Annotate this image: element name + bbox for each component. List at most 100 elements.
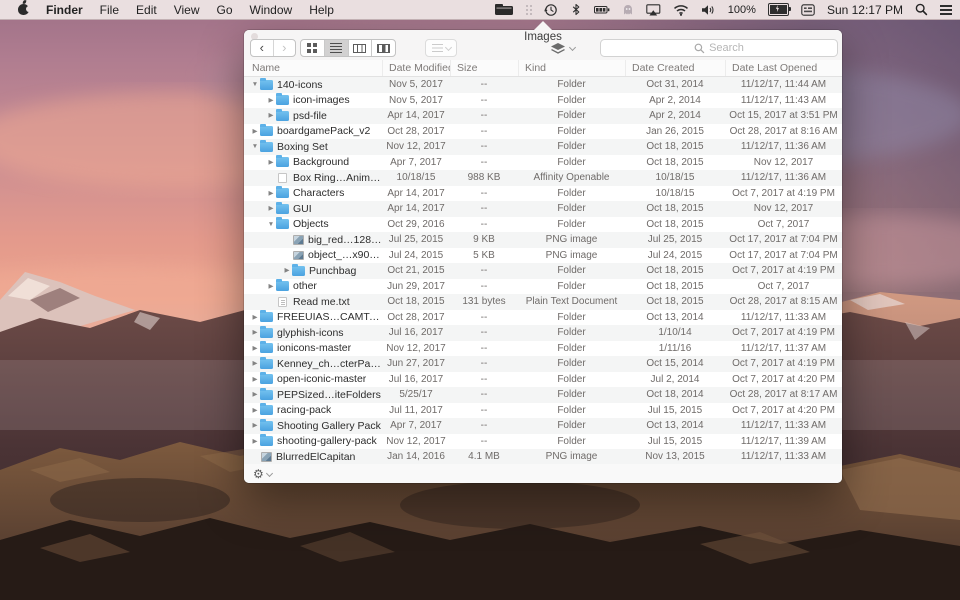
table-row[interactable]: ▶ Background Apr 7, 2017 -- Folder Oct 1…	[244, 155, 842, 171]
disclosure-triangle[interactable]: ▼	[250, 139, 260, 154]
bluetooth-icon[interactable]	[570, 0, 582, 19]
forward-button[interactable]: ›	[274, 40, 296, 56]
wifi-icon[interactable]	[673, 0, 689, 19]
arrange-dropdown[interactable]	[425, 39, 457, 57]
disclosure-triangle[interactable]: ▶	[250, 403, 260, 418]
disclosure-triangle[interactable]: ▶	[266, 155, 276, 170]
header-date-created[interactable]: Date Created	[625, 60, 725, 76]
date-modified-cell: Oct 18, 2015	[382, 296, 450, 307]
table-row[interactable]: ▶ FREEUIAS…CAMTATZ Oct 28, 2017 -- Folde…	[244, 310, 842, 326]
search-input[interactable]: Search	[600, 39, 838, 57]
table-row[interactable]: ▶ open-iconic-master Jul 16, 2017 -- Fol…	[244, 372, 842, 388]
disclosure-triangle[interactable]: ▶	[266, 201, 276, 216]
menu-bar-clock[interactable]: Sun 12:17 PM	[827, 3, 903, 17]
device-battery-icon[interactable]	[594, 0, 610, 19]
dimmed-grid-icon[interactable]	[526, 0, 532, 19]
name-cell: ▶ Background	[244, 155, 382, 170]
input-source-icon[interactable]	[801, 0, 815, 19]
header-name[interactable]: Name	[244, 60, 382, 76]
header-kind[interactable]: Kind	[518, 60, 625, 76]
table-row[interactable]: ▶ GUI Apr 14, 2017 -- Folder Oct 18, 201…	[244, 201, 842, 217]
forward-icon: ›	[282, 41, 286, 54]
volume-icon[interactable]	[701, 0, 716, 19]
date-modified-cell: Nov 5, 2017	[382, 79, 450, 90]
menu-window[interactable]: Window	[250, 3, 293, 17]
icon-view-button[interactable]	[301, 40, 325, 56]
column-view-button[interactable]	[349, 40, 373, 56]
menu-view[interactable]: View	[174, 3, 200, 17]
menu-go[interactable]: Go	[217, 3, 233, 17]
table-row[interactable]: ▶ other Jun 29, 2017 -- Folder Oct 18, 2…	[244, 279, 842, 295]
disclosure-triangle[interactable]: ▶	[250, 310, 260, 325]
disclosure-triangle[interactable]: ▶	[250, 418, 260, 433]
battery-charging-icon[interactable]	[768, 0, 789, 19]
kind-cell: Folder	[518, 343, 625, 354]
table-row[interactable]: ▶ Kenney_ch…cterPack_1 Jun 27, 2017 -- F…	[244, 356, 842, 372]
table-row[interactable]: big_red…128.png Jul 25, 2015 9 KB PNG im…	[244, 232, 842, 248]
table-row[interactable]: ▼ Boxing Set Nov 12, 2017 -- Folder Oct …	[244, 139, 842, 155]
active-app-folder-icon[interactable]	[494, 0, 514, 19]
disclosure-triangle[interactable]: ▶	[250, 341, 260, 356]
kind-cell: Folder	[518, 281, 625, 292]
table-row[interactable]: ▼ 140-icons Nov 5, 2017 -- Folder Oct 31…	[244, 77, 842, 93]
menu-edit[interactable]: Edit	[136, 3, 157, 17]
apple-menu[interactable]	[18, 0, 29, 19]
spotlight-icon[interactable]	[915, 0, 928, 19]
date-modified-cell: Oct 29, 2016	[382, 219, 450, 230]
list-view-icon	[330, 43, 342, 45]
table-row[interactable]: ▶ PEPSized…iteFolders 5/25/17 -- Folder …	[244, 387, 842, 403]
date-created-cell: 10/18/15	[625, 172, 725, 183]
disclosure-triangle[interactable]: ▶	[266, 186, 276, 201]
header-date-modified[interactable]: Date Modified	[382, 60, 450, 76]
menu-file[interactable]: File	[100, 3, 119, 17]
disclosure-triangle[interactable]: ▶	[250, 387, 260, 402]
header-date-last-opened[interactable]: Date Last Opened	[725, 60, 842, 76]
disclosure-triangle[interactable]: ▶	[250, 325, 260, 340]
airplay-icon[interactable]	[646, 0, 661, 19]
table-row[interactable]: ▶ shooting-gallery-pack Nov 12, 2017 -- …	[244, 434, 842, 450]
notification-center-icon[interactable]	[940, 0, 952, 19]
disclosure-triangle[interactable]: ▶	[250, 356, 260, 371]
table-row[interactable]: ▶ racing-pack Jul 11, 2017 -- Folder Jul…	[244, 403, 842, 419]
layers-dropdown[interactable]	[550, 39, 575, 57]
table-row[interactable]: object_…x90.png Jul 24, 2015 5 KB PNG im…	[244, 248, 842, 264]
table-row[interactable]: Read me.txt Oct 18, 2015 131 bytes Plain…	[244, 294, 842, 310]
disclosure-triangle[interactable]: ▶	[282, 263, 292, 278]
table-row[interactable]: ▶ glyphish-icons Jul 16, 2017 -- Folder …	[244, 325, 842, 341]
file-icon	[276, 281, 289, 291]
menu-finder[interactable]: Finder	[46, 3, 83, 17]
disclosure-triangle[interactable]: ▼	[266, 217, 276, 232]
file-icon	[260, 142, 273, 152]
disclosure-triangle[interactable]: ▶	[250, 434, 260, 449]
date-created-cell: Apr 2, 2014	[625, 110, 725, 121]
size-cell: 9 KB	[450, 234, 518, 245]
file-icon	[276, 219, 289, 229]
table-row[interactable]: Box Ring…Anim.svg 10/18/15 988 KB Affini…	[244, 170, 842, 186]
disclosure-triangle[interactable]: ▶	[250, 124, 260, 139]
time-machine-icon[interactable]	[544, 0, 558, 19]
coverflow-view-button[interactable]	[372, 40, 395, 56]
disclosure-triangle[interactable]: ▶	[266, 93, 276, 108]
size-cell: --	[450, 436, 518, 447]
disclosure-triangle[interactable]: ▶	[266, 279, 276, 294]
table-row[interactable]: ▶ ionicons-master Nov 12, 2017 -- Folder…	[244, 341, 842, 357]
back-button[interactable]: ‹	[251, 40, 274, 56]
disclosure-triangle[interactable]: ▶	[266, 108, 276, 123]
list-view-button[interactable]	[325, 40, 349, 56]
action-gear-button[interactable]: ⚙	[253, 468, 264, 480]
header-size[interactable]: Size	[450, 60, 518, 76]
table-row[interactable]: ▶ Punchbag Oct 21, 2015 -- Folder Oct 18…	[244, 263, 842, 279]
table-row[interactable]: ▶ boardgamePack_v2 Oct 28, 2017 -- Folde…	[244, 124, 842, 140]
table-row[interactable]: ▶ icon-images Nov 5, 2017 -- Folder Apr …	[244, 93, 842, 109]
date-created-cell: Oct 13, 2014	[625, 312, 725, 323]
ghost-icon[interactable]	[622, 0, 634, 19]
table-row[interactable]: BlurredElCapitan Jan 14, 2016 4.1 MB PNG…	[244, 449, 842, 465]
table-row[interactable]: ▶ psd-file Apr 14, 2017 -- Folder Apr 2,…	[244, 108, 842, 124]
disclosure-triangle[interactable]: ▶	[250, 372, 260, 387]
table-row[interactable]: ▶ Characters Apr 14, 2017 -- Folder 10/1…	[244, 186, 842, 202]
desktop: Finder File Edit View Go Window Help	[0, 0, 960, 600]
menu-help[interactable]: Help	[309, 3, 334, 17]
table-row[interactable]: ▼ Objects Oct 29, 2016 -- Folder Oct 18,…	[244, 217, 842, 233]
disclosure-triangle[interactable]: ▼	[250, 77, 260, 92]
table-row[interactable]: ▶ Shooting Gallery Pack Apr 7, 2017 -- F…	[244, 418, 842, 434]
